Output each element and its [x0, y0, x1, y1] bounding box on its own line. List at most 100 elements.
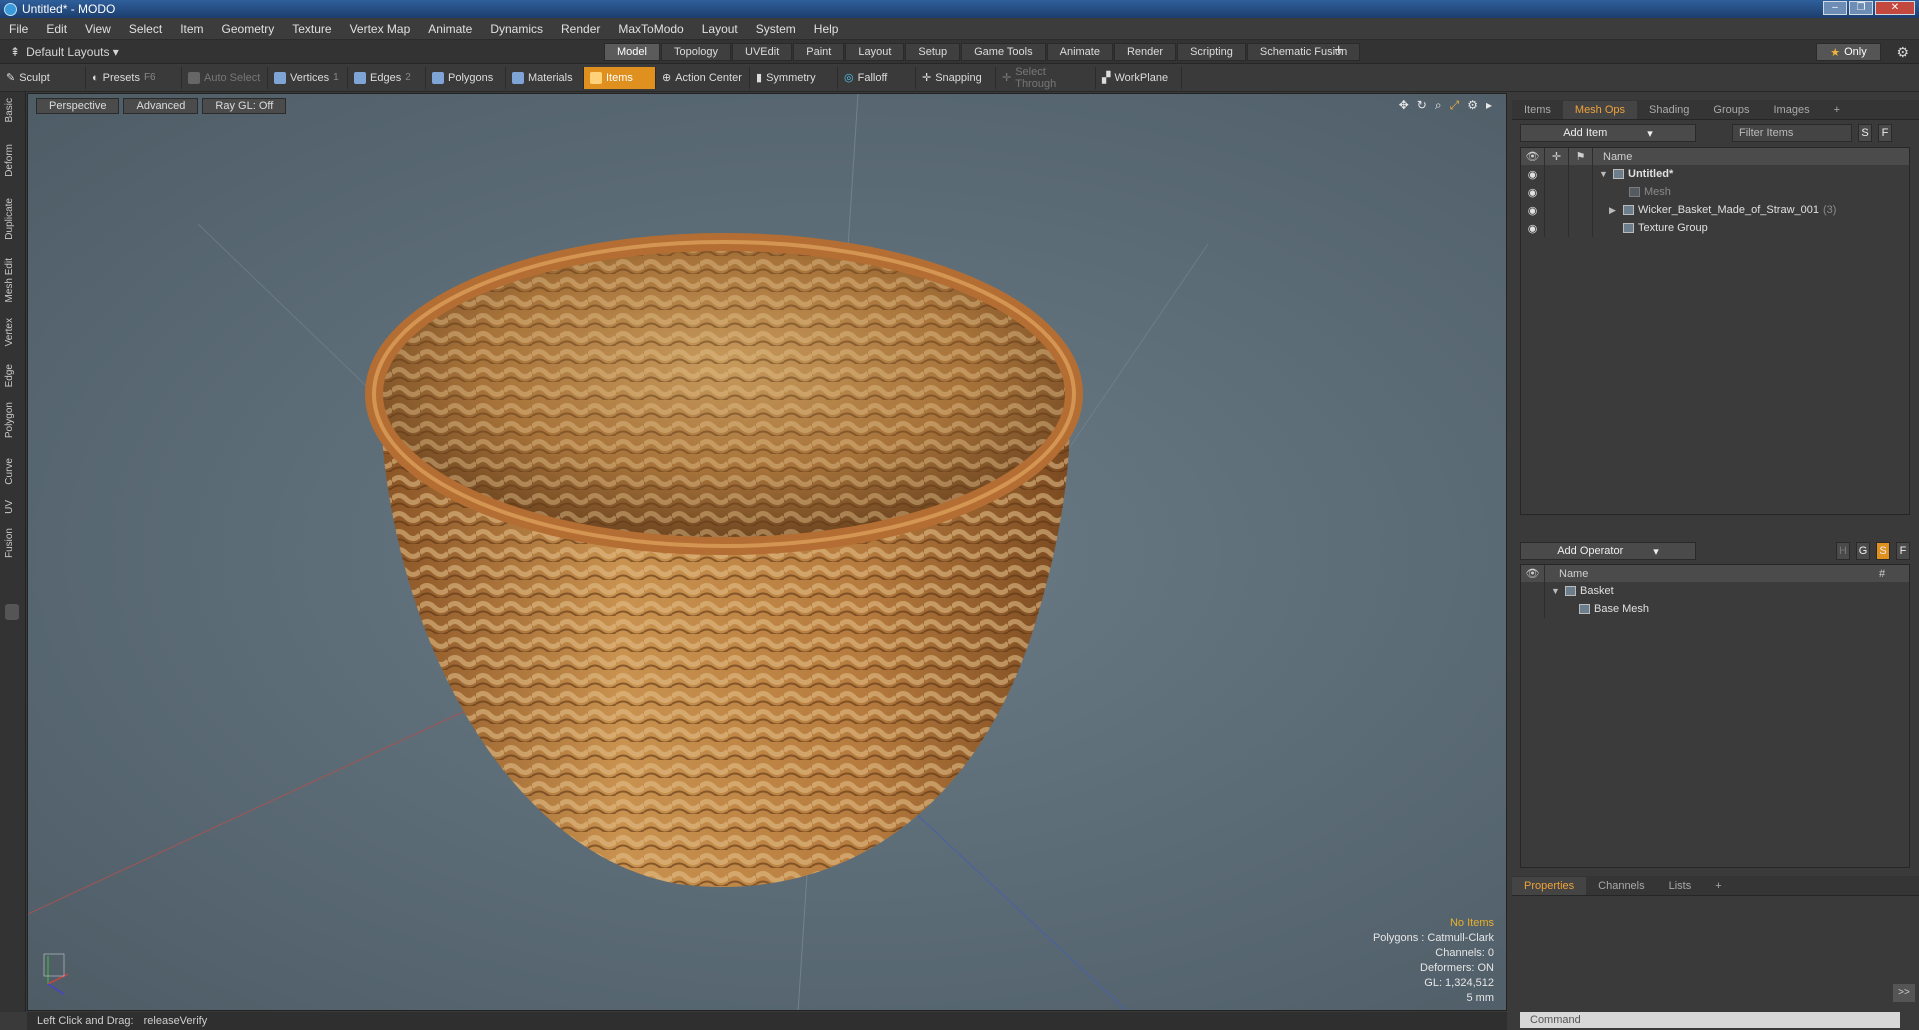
eye-icon[interactable]: ◉	[1521, 201, 1545, 219]
ops-f-button[interactable]: F	[1896, 542, 1910, 560]
gear-icon[interactable]: ⚙	[1896, 44, 1909, 61]
auto-select-button[interactable]: Auto Select	[182, 66, 268, 89]
edges-button[interactable]: Edges 2	[348, 66, 426, 89]
tab-lists[interactable]: Lists	[1657, 877, 1704, 895]
ops-row-basket[interactable]: ▼ Basket	[1521, 582, 1909, 600]
menu-vertex-map[interactable]: Vertex Map	[341, 22, 420, 36]
eye-icon[interactable]: ◉	[1521, 219, 1545, 237]
menu-help[interactable]: Help	[805, 22, 848, 36]
tab-channels[interactable]: Channels	[1586, 877, 1656, 895]
h-button[interactable]: H	[1836, 542, 1850, 560]
g-button[interactable]: G	[1856, 542, 1870, 560]
left-tab-basic[interactable]: Basic	[4, 98, 15, 122]
expand-icon[interactable]: ▶	[1609, 205, 1619, 216]
ray-gl-button[interactable]: Ray GL: Off	[202, 98, 287, 114]
menu-item[interactable]: Item	[171, 22, 212, 36]
menu-texture[interactable]: Texture	[283, 22, 340, 36]
select-through-button[interactable]: ✛ Select Through	[996, 66, 1096, 90]
expand-command-icon[interactable]: >>	[1893, 984, 1915, 1002]
menu-maxtomodo[interactable]: MaxToModo	[609, 22, 692, 36]
tab-animate[interactable]: Animate	[1046, 43, 1113, 61]
add-tab-icon[interactable]: +	[1334, 42, 1343, 60]
tab-uvedit[interactable]: UVEdit	[732, 43, 793, 61]
tab-shading[interactable]: Shading	[1637, 101, 1701, 119]
left-tab-vertex[interactable]: Vertex	[4, 318, 15, 346]
menu-dynamics[interactable]: Dynamics	[481, 22, 552, 36]
menu-edit[interactable]: Edit	[37, 22, 76, 36]
eye-icon[interactable]: ◉	[1521, 165, 1545, 183]
left-tab-fusion[interactable]: Fusion	[4, 528, 15, 558]
tree-row-mesh[interactable]: ◉ Mesh	[1521, 183, 1909, 201]
fit-icon[interactable]: ⤢	[1450, 98, 1460, 113]
sculpt-button[interactable]: ✎ Sculpt	[0, 66, 86, 89]
menu-select[interactable]: Select	[120, 22, 171, 36]
maximize-button[interactable]: ❐	[1849, 1, 1873, 15]
left-tab-curve[interactable]: Curve	[4, 458, 15, 485]
tab-groups[interactable]: Groups	[1701, 101, 1761, 119]
only-toggle[interactable]: ★ Only	[1816, 43, 1881, 61]
tree-row-wicker-basket[interactable]: ◉ ▶ Wicker_Basket_Made_of_Straw_001 (3)	[1521, 201, 1909, 219]
rotate-icon[interactable]: ↻	[1417, 98, 1427, 113]
menu-animate[interactable]: Animate	[419, 22, 481, 36]
advanced-button[interactable]: Advanced	[123, 98, 199, 114]
expand-icon[interactable]: ▼	[1599, 169, 1609, 179]
expand-icon[interactable]: ▼	[1551, 586, 1561, 596]
left-tab-edge[interactable]: Edge	[4, 364, 15, 387]
tab-paint[interactable]: Paint	[793, 43, 845, 61]
tab-mesh-ops[interactable]: Mesh Ops	[1562, 100, 1638, 119]
tab-topology[interactable]: Topology	[660, 43, 732, 61]
tab-game-tools[interactable]: Game Tools	[961, 43, 1046, 61]
items-button[interactable]: Items	[584, 66, 656, 89]
polygons-button[interactable]: Polygons	[426, 66, 506, 89]
tree-row-untitled[interactable]: ◉ ▼ Untitled*	[1521, 165, 1909, 183]
viewport-gear-icon[interactable]: ⚙	[1467, 98, 1478, 113]
tab-items[interactable]: Items	[1512, 101, 1563, 119]
menu-system[interactable]: System	[747, 22, 805, 36]
add-item-button[interactable]: Add Item ▾	[1520, 124, 1696, 142]
tab-layout[interactable]: Layout	[845, 43, 905, 61]
eye-icon[interactable]: ◉	[1521, 183, 1545, 201]
ops-row-base-mesh[interactable]: Base Mesh	[1521, 600, 1909, 618]
add-operator-button[interactable]: Add Operator ▾	[1520, 542, 1696, 560]
zoom-icon[interactable]: ⌕	[1435, 98, 1442, 113]
tree-row-texture-group[interactable]: ◉ Texture Group	[1521, 219, 1909, 237]
snapping-button[interactable]: ✛ Snapping	[916, 66, 996, 89]
tab-properties[interactable]: Properties	[1512, 876, 1587, 895]
menu-file[interactable]: File	[0, 22, 37, 36]
minimize-button[interactable]: –	[1823, 1, 1847, 15]
pan-icon[interactable]: ✥	[1399, 98, 1409, 113]
left-panel-toggle[interactable]	[5, 604, 19, 620]
menu-layout[interactable]: Layout	[693, 22, 747, 36]
ops-s-button[interactable]: S	[1876, 542, 1890, 560]
left-tab-mesh-edit[interactable]: Mesh Edit	[4, 258, 15, 302]
left-tab-uv[interactable]: UV	[4, 500, 15, 514]
add-properties-tab-icon[interactable]: +	[1703, 877, 1733, 895]
left-tab-deform[interactable]: Deform	[4, 144, 15, 177]
tab-scripting[interactable]: Scripting	[1177, 43, 1246, 61]
tab-images[interactable]: Images	[1762, 101, 1822, 119]
filter-items-input[interactable]: Filter Items	[1732, 124, 1852, 142]
symmetry-button[interactable]: ▮ Symmetry	[750, 66, 838, 89]
command-input[interactable]: Command	[1520, 1012, 1900, 1028]
close-button[interactable]: ✕	[1875, 1, 1915, 15]
3d-viewport[interactable]: Perspective Advanced Ray GL: Off ✥ ↻ ⌕ ⤢…	[27, 93, 1507, 1011]
workplane-button[interactable]: ▞ WorkPlane	[1096, 66, 1182, 89]
left-tab-polygon[interactable]: Polygon	[4, 402, 15, 438]
vertices-button[interactable]: Vertices 1	[268, 66, 348, 89]
left-tab-duplicate[interactable]: Duplicate	[4, 198, 15, 240]
action-center-button[interactable]: ⊕ Action Center	[656, 66, 750, 89]
add-panel-tab-icon[interactable]: +	[1822, 101, 1852, 119]
s-button[interactable]: S	[1858, 124, 1872, 142]
menu-view[interactable]: View	[76, 22, 120, 36]
presets-button[interactable]: ◐ Presets F6	[86, 66, 182, 89]
perspective-button[interactable]: Perspective	[36, 98, 120, 114]
layout-selector[interactable]: ⇞ Default Layouts ▾	[0, 45, 250, 59]
tab-render[interactable]: Render	[1113, 43, 1177, 61]
menu-render[interactable]: Render	[552, 22, 609, 36]
tab-setup[interactable]: Setup	[905, 43, 961, 61]
falloff-button[interactable]: ◎ Falloff	[838, 66, 916, 89]
menu-geometry[interactable]: Geometry	[213, 22, 284, 36]
f-button[interactable]: F	[1878, 124, 1892, 142]
materials-button[interactable]: Materials	[506, 66, 584, 89]
viewport-more-icon[interactable]: ▸	[1486, 98, 1492, 113]
